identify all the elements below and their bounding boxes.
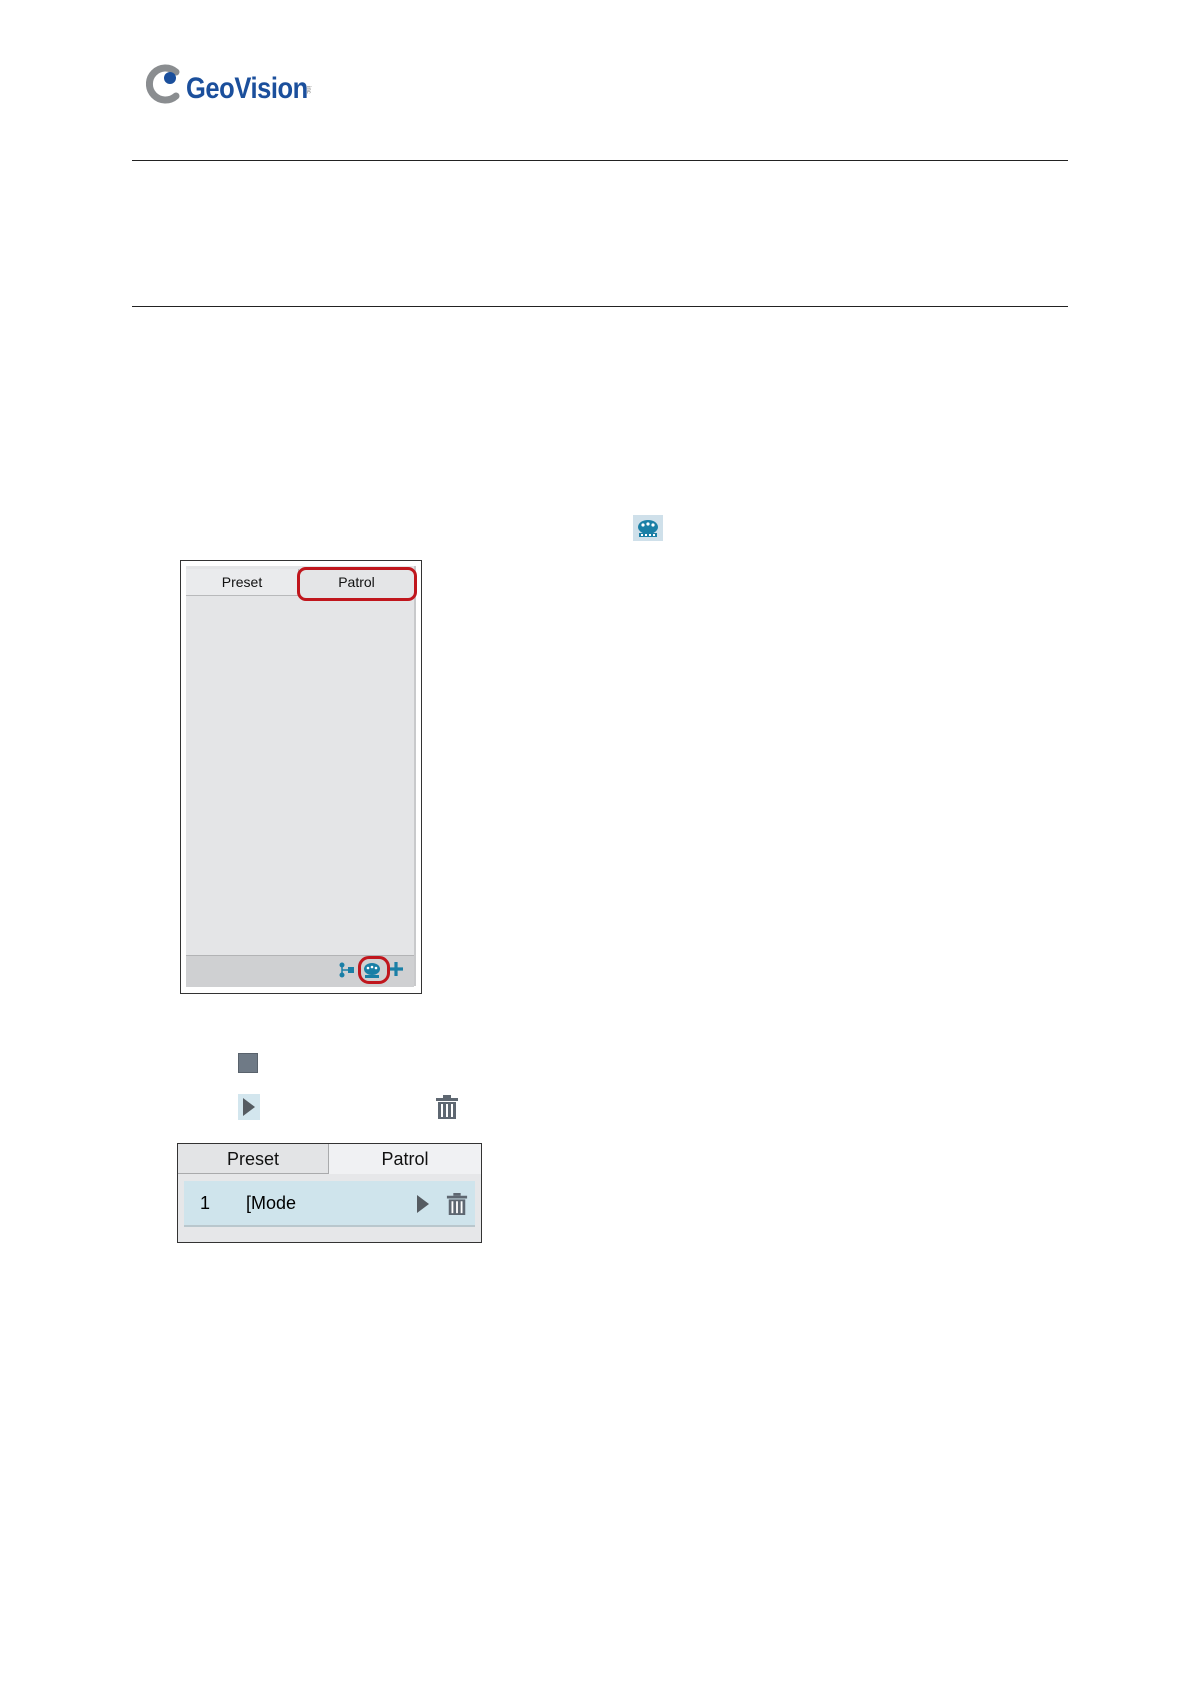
header-rule-bottom <box>132 306 1068 307</box>
tab-preset[interactable]: Preset <box>178 1144 329 1174</box>
patrol-icon-highlight <box>358 956 390 984</box>
logo-suffix-text: inc <box>305 86 311 94</box>
patrol-list-screenshot: Preset Patrol 1 [Mode <box>177 1143 482 1243</box>
logo-brand-text: GeoVision <box>186 72 308 105</box>
header-rule-top <box>132 160 1068 161</box>
patrol-name: [Mode <box>246 1193 297 1213</box>
stop-icon <box>238 1053 258 1073</box>
tab-preset[interactable]: Preset <box>186 569 299 596</box>
patrol-tab-highlight <box>297 567 417 601</box>
patrol-panel: Preset Patrol <box>186 566 417 987</box>
patrol-list-row[interactable]: 1 [Mode <box>184 1181 475 1227</box>
trash-icon <box>435 1094 459 1120</box>
patrol-icon <box>633 515 663 541</box>
tab-patrol[interactable]: Patrol <box>329 1144 481 1174</box>
trash-icon[interactable] <box>446 1192 468 1221</box>
play-icon[interactable] <box>414 1193 432 1220</box>
patrol-panel-screenshot: Preset Patrol <box>180 560 422 994</box>
geovision-logo: GeoVision inc <box>146 62 326 110</box>
play-icon <box>238 1094 260 1120</box>
route-icon[interactable] <box>338 961 356 984</box>
geovision-logo-icon <box>146 64 180 104</box>
patrol-number: 1 <box>200 1193 211 1213</box>
